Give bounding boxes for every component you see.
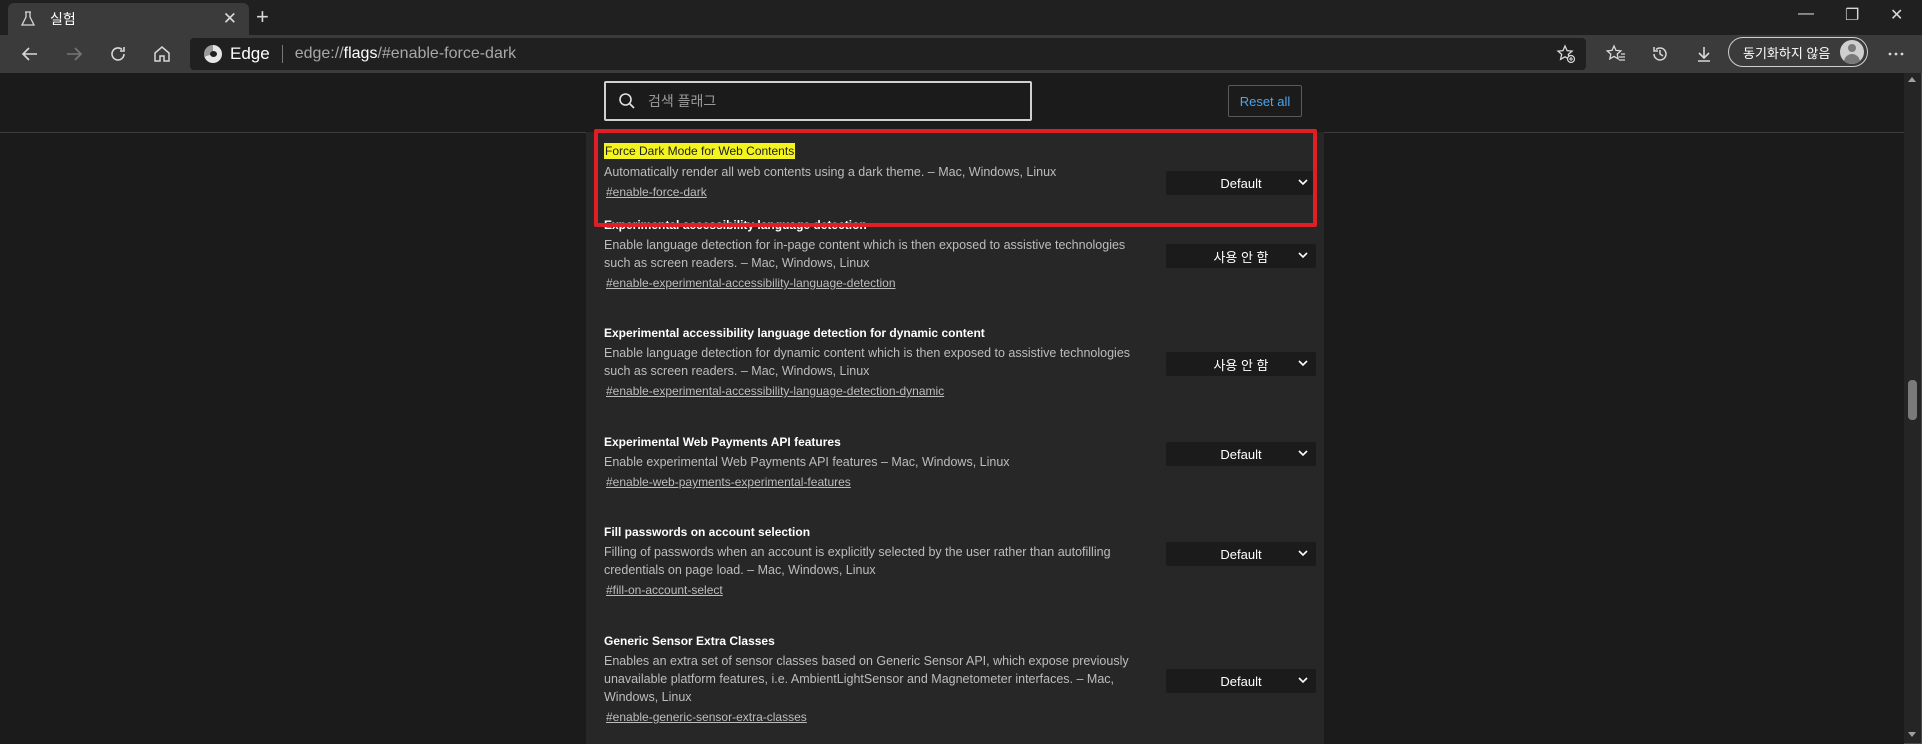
more-icon bbox=[1888, 52, 1904, 56]
favorites-icon bbox=[1606, 44, 1625, 61]
chevron-down-icon bbox=[1298, 550, 1308, 557]
flags-header: Reset all bbox=[0, 73, 1904, 133]
home-icon bbox=[154, 46, 170, 62]
downloads-button[interactable] bbox=[1692, 42, 1716, 66]
minimize-button[interactable]: — bbox=[1798, 5, 1814, 23]
flag-item-generic-sensor-extra-classes: Generic Sensor Extra Classes Enables an … bbox=[604, 633, 1316, 726]
new-tab-button[interactable]: + bbox=[256, 4, 269, 30]
toolbar: Edge edge://flags/#enable-force-dark 동기화… bbox=[0, 35, 1922, 73]
profile-button[interactable]: 동기화하지 않음 bbox=[1728, 37, 1868, 67]
scroll-up-arrow-icon[interactable] bbox=[1908, 77, 1916, 82]
vertical-scrollbar[interactable] bbox=[1904, 73, 1921, 743]
chevron-down-icon bbox=[1298, 252, 1308, 259]
flag-item-accessibility-language-detection-dynamic: Experimental accessibility language dete… bbox=[604, 325, 1316, 400]
chevron-down-icon bbox=[1298, 450, 1308, 457]
home-button[interactable] bbox=[150, 42, 174, 66]
flag-description: Enable language detection for dynamic co… bbox=[604, 346, 1131, 378]
flag-description: Enable experimental Web Payments API fea… bbox=[604, 455, 1010, 469]
scrollbar-thumb[interactable] bbox=[1908, 380, 1917, 420]
flag-title: Experimental accessibility language dete… bbox=[604, 326, 985, 340]
highlight-annotation-box bbox=[594, 129, 1317, 227]
close-tab-icon[interactable]: ✕ bbox=[223, 9, 237, 29]
tab-flags[interactable]: 실험 ✕ bbox=[8, 3, 249, 35]
flag-select[interactable]: 사용 안 함 bbox=[1166, 244, 1316, 268]
title-bar: 실험 ✕ + — ❐ ✕ bbox=[0, 0, 1922, 35]
back-button[interactable] bbox=[18, 42, 42, 66]
restore-button[interactable]: ❐ bbox=[1845, 5, 1859, 25]
flag-permalink[interactable]: #fill-on-account-select bbox=[606, 582, 723, 598]
flag-select[interactable]: Default bbox=[1166, 669, 1316, 693]
flag-title: Fill passwords on account selection bbox=[604, 525, 811, 539]
flag-description: Filling of passwords when an account is … bbox=[604, 545, 1111, 577]
favorites-button[interactable] bbox=[1604, 42, 1628, 66]
address-separator bbox=[281, 45, 283, 63]
tab-title: 실험 bbox=[50, 11, 76, 27]
search-icon bbox=[619, 93, 635, 109]
flag-select[interactable]: Default bbox=[1166, 542, 1316, 566]
flag-title: Generic Sensor Extra Classes bbox=[604, 634, 775, 648]
flag-permalink[interactable]: #enable-experimental-accessibility-langu… bbox=[606, 275, 896, 291]
chevron-down-icon bbox=[1298, 677, 1308, 684]
flag-description: Enables an extra set of sensor classes b… bbox=[604, 654, 1129, 704]
flag-description: Enable language detection for in-page co… bbox=[604, 238, 1126, 270]
flask-icon bbox=[20, 11, 36, 27]
brand-label: Edge bbox=[230, 44, 270, 63]
chevron-down-icon bbox=[1298, 360, 1308, 367]
refresh-icon bbox=[111, 47, 125, 61]
flag-permalink[interactable]: #enable-generic-sensor-extra-classes bbox=[606, 709, 807, 725]
address-bar[interactable]: Edge edge://flags/#enable-force-dark bbox=[190, 38, 1586, 70]
search-flags-input[interactable] bbox=[646, 92, 1010, 110]
avatar-icon bbox=[1840, 40, 1864, 64]
profile-sync-label: 동기화하지 않음 bbox=[1743, 45, 1831, 61]
flag-item-accessibility-language-detection: Experimental accessibility language dete… bbox=[604, 217, 1316, 292]
flag-permalink[interactable]: #enable-experimental-accessibility-langu… bbox=[606, 383, 944, 399]
settings-menu-button[interactable] bbox=[1884, 42, 1908, 66]
close-window-button[interactable]: ✕ bbox=[1890, 5, 1903, 25]
reset-all-button[interactable]: Reset all bbox=[1228, 85, 1302, 117]
history-icon bbox=[1653, 47, 1667, 61]
search-flags-box[interactable] bbox=[604, 81, 1032, 121]
arrow-left-icon bbox=[21, 47, 37, 61]
arrow-right-icon bbox=[67, 47, 83, 61]
refresh-button[interactable] bbox=[106, 42, 130, 66]
add-favorite-icon[interactable] bbox=[1556, 44, 1576, 69]
flag-select[interactable]: 사용 안 함 bbox=[1166, 352, 1316, 376]
download-icon bbox=[1698, 47, 1710, 62]
history-button[interactable] bbox=[1648, 42, 1672, 66]
scroll-down-arrow-icon[interactable] bbox=[1908, 732, 1916, 737]
forward-button[interactable] bbox=[62, 42, 86, 66]
flag-item-web-payments: Experimental Web Payments API features E… bbox=[604, 434, 1316, 491]
flag-item-fill-on-account-select: Fill passwords on account selection Fill… bbox=[604, 524, 1316, 599]
flag-select[interactable]: Default bbox=[1166, 442, 1316, 466]
url-text[interactable]: edge://flags/#enable-force-dark bbox=[295, 45, 516, 63]
flag-permalink[interactable]: #enable-web-payments-experimental-featur… bbox=[606, 474, 851, 490]
edge-logo-icon bbox=[204, 45, 222, 63]
